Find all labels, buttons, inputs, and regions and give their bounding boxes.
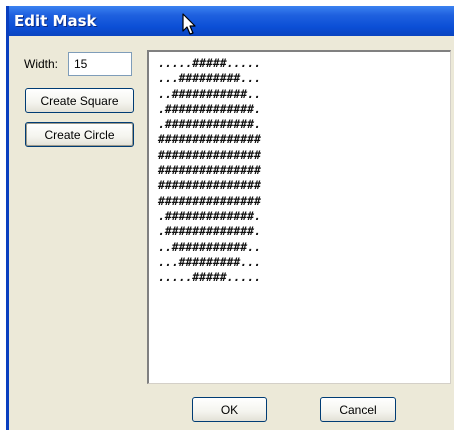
width-input[interactable] — [68, 52, 132, 76]
create-square-label: Create Square — [40, 93, 119, 108]
create-square-button[interactable]: Create Square — [25, 88, 134, 113]
cancel-label: Cancel — [339, 402, 377, 417]
create-circle-label: Create Circle — [44, 127, 115, 142]
ok-button[interactable]: OK — [192, 397, 267, 422]
edit-mask-dialog: Edit Mask Width: Create Square Create Ci… — [6, 6, 454, 430]
title-bar[interactable]: Edit Mask — [9, 6, 454, 36]
dialog-title: Edit Mask — [14, 12, 97, 30]
ok-label: OK — [220, 402, 239, 417]
create-circle-button[interactable]: Create Circle — [25, 122, 134, 147]
cancel-button[interactable]: Cancel — [320, 397, 396, 422]
width-label: Width: — [24, 57, 59, 71]
mouse-pointer-icon — [182, 13, 196, 35]
mask-editor[interactable]: .....#####..... ...#########... ..######… — [147, 50, 451, 384]
